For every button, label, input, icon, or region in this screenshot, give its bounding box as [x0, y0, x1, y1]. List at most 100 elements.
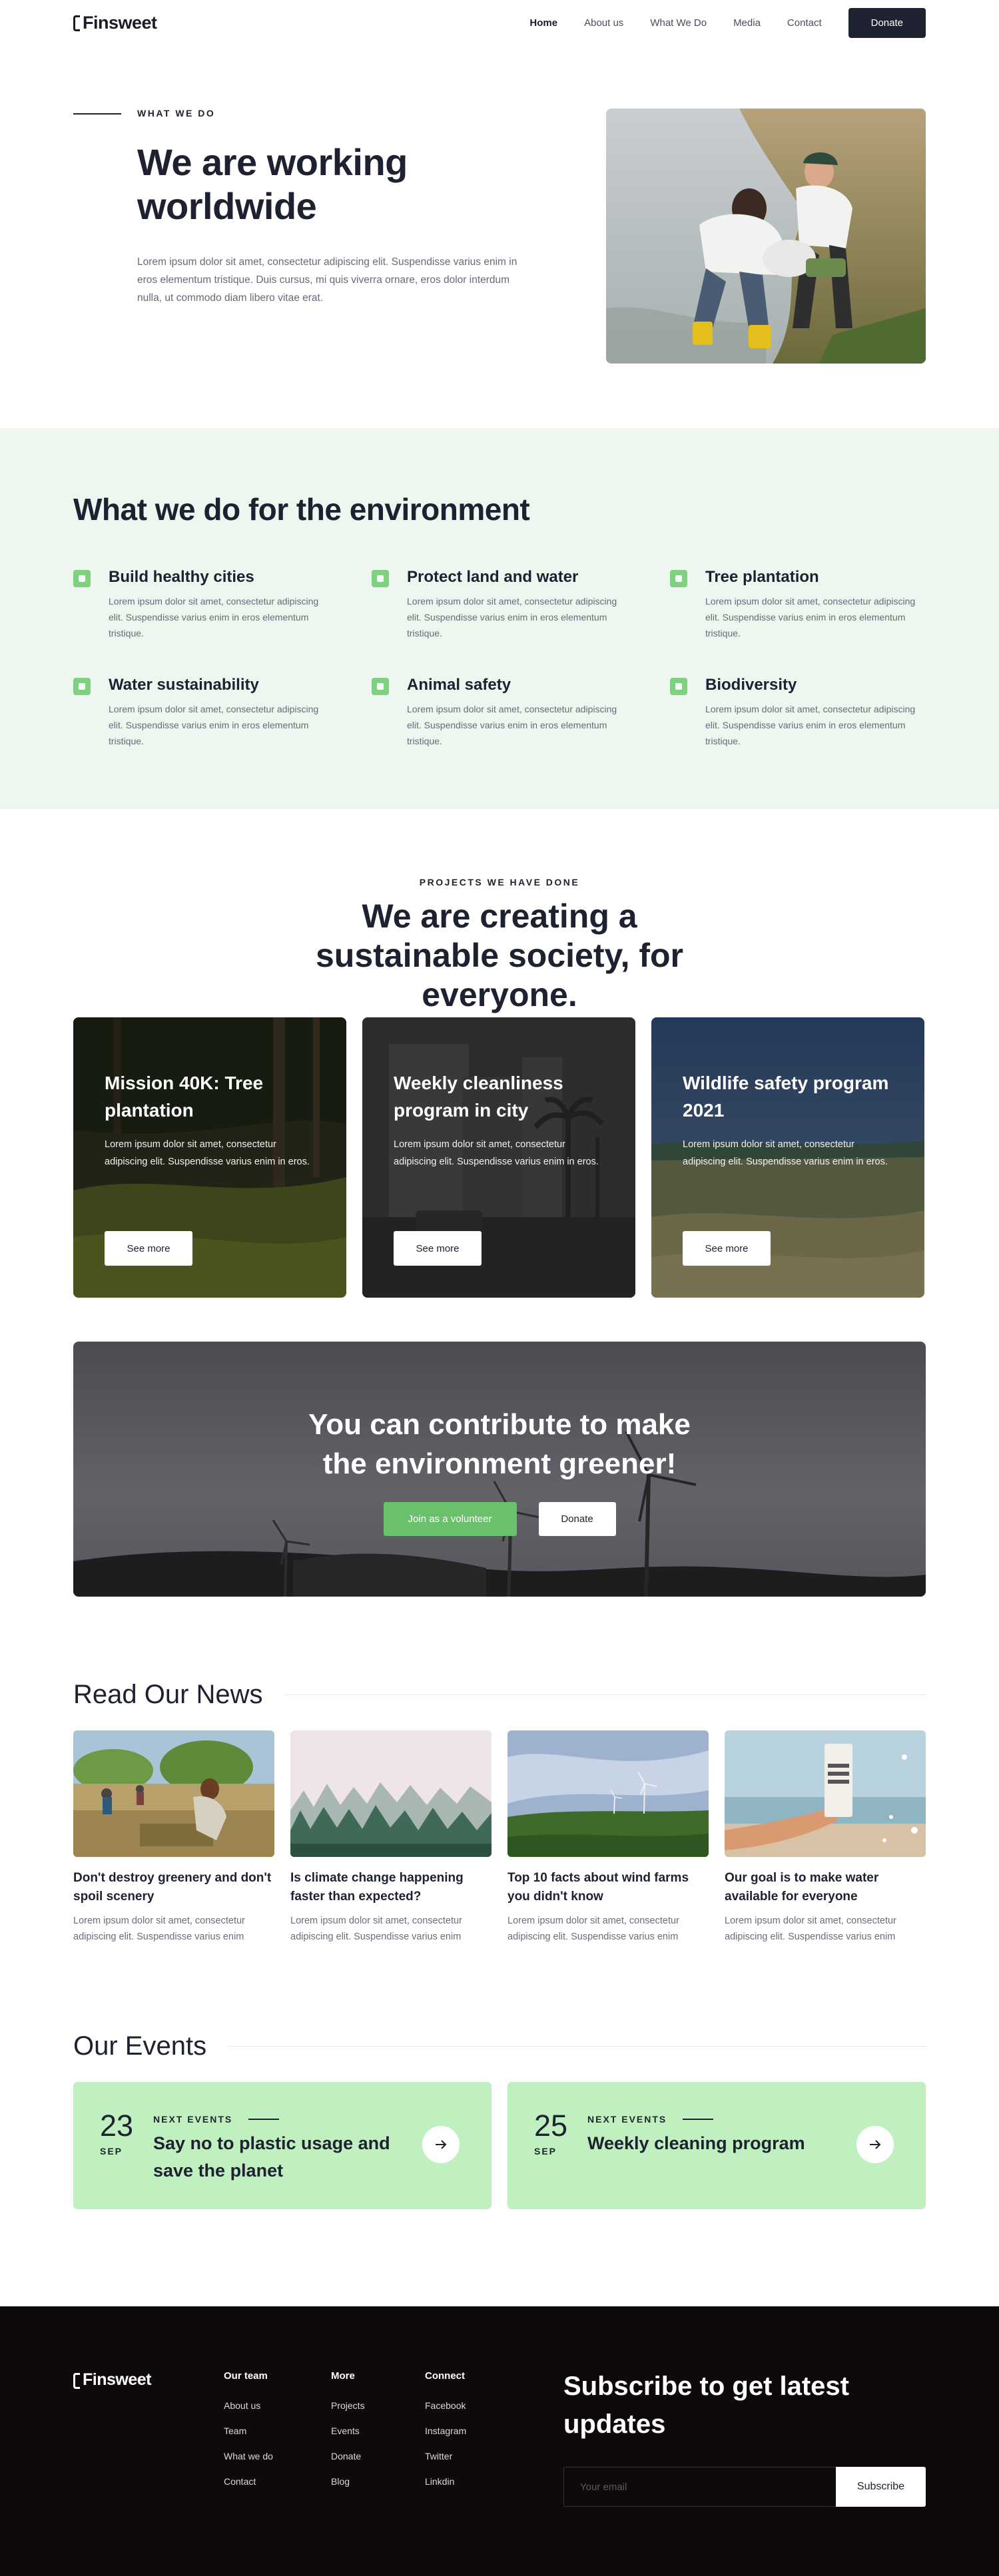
news-card[interactable]: Top 10 facts about wind farms you didn't… [507, 1730, 709, 1945]
nav-link-home[interactable]: Home [529, 17, 557, 29]
see-more-button[interactable]: See more [683, 1231, 771, 1266]
news-header: Read Our News [73, 1680, 926, 1710]
event-open-button[interactable] [856, 2126, 894, 2163]
news-title: Read Our News [73, 1680, 263, 1709]
top-nav: Finsweet Home About us What We Do Media … [73, 0, 926, 45]
env-item-text: Lorem ipsum dolor sit amet, consectetur … [407, 704, 617, 746]
join-volunteer-button[interactable]: Join as a volunteer [383, 1502, 517, 1536]
project-card-title: Mission 40K: Tree plantation [105, 1073, 264, 1121]
contribute-section: You can contribute to make the environme… [73, 1342, 926, 1680]
footer-logo-text: Finsweet [83, 2370, 151, 2389]
event-card[interactable]: 23 SEP NEXT EVENTS Say no to plastic usa… [73, 2082, 492, 2209]
event-month: SEP [534, 2146, 557, 2157]
project-card-text: Lorem ipsum dolor sit amet, consectetur … [105, 1139, 310, 1167]
footer-link-what-we-do[interactable]: What we do [224, 2451, 273, 2461]
plant-icon [670, 570, 687, 587]
event-grid: 23 SEP NEXT EVENTS Say no to plastic usa… [73, 2082, 926, 2209]
news-card-text: Lorem ipsum dolor sit amet, consectetur … [507, 1916, 679, 1942]
footer-link-about[interactable]: About us [224, 2400, 273, 2411]
news-divider [284, 1694, 926, 1695]
nav-link-what-we-do[interactable]: What We Do [650, 17, 707, 29]
footer: Finsweet Our team About us Team What we … [0, 2306, 999, 2576]
news-water-carton-photo [725, 1730, 926, 1857]
logo-bracket-icon [73, 2372, 80, 2389]
env-item-healthy-cities: Build healthy cities Lorem ipsum dolor s… [73, 568, 372, 641]
hero-eyebrow-line [73, 113, 121, 115]
contribute-banner: You can contribute to make the environme… [73, 1342, 926, 1597]
event-card[interactable]: 25 SEP NEXT EVENTS Weekly cleaning progr… [507, 2082, 926, 2209]
env-item-biodiversity: Biodiversity Lorem ipsum dolor sit amet,… [670, 676, 926, 749]
arrow-right-icon [870, 2140, 881, 2149]
nav-link-contact[interactable]: Contact [787, 17, 822, 29]
footer-col-our-team: Our team About us Team What we do Contac… [224, 2370, 273, 2501]
env-item-title: Protect land and water [407, 568, 579, 586]
footer-link-facebook[interactable]: Facebook [425, 2400, 466, 2411]
nav-link-about[interactable]: About us [584, 17, 623, 29]
footer-link-contact[interactable]: Contact [224, 2476, 273, 2487]
footer-link-twitter[interactable]: Twitter [425, 2451, 466, 2461]
subscribe-form: Subscribe [563, 2467, 926, 2507]
events-section: Our Events 23 SEP NEXT EVENTS Say no to … [73, 2031, 926, 2306]
env-item-text: Lorem ipsum dolor sit amet, consectetur … [705, 704, 916, 746]
see-more-button[interactable]: See more [105, 1231, 192, 1266]
footer-col-more: More Projects Events Donate Blog [331, 2370, 365, 2501]
footer-link-instagram[interactable]: Instagram [425, 2426, 466, 2436]
contribute-title-text: You can contribute to make the environme… [308, 1408, 691, 1480]
nav-donate-button[interactable]: Donate [848, 7, 926, 38]
news-card-text: Lorem ipsum dolor sit amet, consectetur … [725, 1916, 896, 1942]
footer-link-donate[interactable]: Donate [331, 2451, 365, 2461]
event-day: 25 [534, 2109, 568, 2143]
hero-title: We are working worldwide [137, 141, 408, 227]
news-card-title: Don't destroy greenery and don't spoil s… [73, 1871, 272, 1904]
news-card[interactable]: Don't destroy greenery and don't spoil s… [73, 1730, 274, 1945]
news-card[interactable]: Our goal is to make water available for … [725, 1730, 926, 1945]
projects-title-text: We are creating a sustainable society, f… [315, 898, 684, 1013]
env-item-text: Lorem ipsum dolor sit amet, consectetur … [109, 704, 319, 746]
paw-icon [372, 678, 389, 695]
subscribe-title: Subscribe to get latest updates [563, 2372, 849, 2439]
logo[interactable]: Finsweet [73, 13, 157, 33]
footer-logo[interactable]: Finsweet [73, 2370, 151, 2390]
email-input[interactable] [563, 2467, 836, 2507]
projects-title: We are creating a sustainable society, f… [73, 897, 926, 1015]
project-cards: Mission 40K: Tree plantation Lorem ipsum… [73, 1017, 924, 1298]
footer-link-blog[interactable]: Blog [331, 2476, 365, 2487]
news-misty-forest-photo [290, 1730, 492, 1857]
env-item-protect-land: Protect land and water Lorem ipsum dolor… [372, 568, 670, 641]
nav-links: Home About us What We Do Media Contact D… [529, 7, 926, 38]
env-item-title: Tree plantation [705, 568, 819, 586]
env-item-tree-plantation: Tree plantation Lorem ipsum dolor sit am… [670, 568, 926, 641]
leaf-icon [670, 678, 687, 695]
env-item-animal-safety: Animal safety Lorem ipsum dolor sit amet… [372, 676, 670, 749]
land-water-icon [372, 570, 389, 587]
event-day: 23 [100, 2109, 134, 2143]
footer-link-events[interactable]: Events [331, 2426, 365, 2436]
environment-grid: Build healthy cities Lorem ipsum dolor s… [73, 568, 926, 749]
water-drop-icon [73, 678, 91, 695]
see-more-button[interactable]: See more [394, 1231, 482, 1266]
hero-section: WHAT WE DO We are working worldwide Lore… [73, 45, 926, 428]
news-planting-photo [73, 1730, 274, 1857]
subscribe-button[interactable]: Subscribe [836, 2467, 926, 2507]
env-item-title: Biodiversity [705, 676, 797, 694]
footer-link-projects[interactable]: Projects [331, 2400, 365, 2411]
footer-link-linkedin[interactable]: Linkdin [425, 2476, 466, 2487]
news-section: Read Our News Don't destroy greenery and… [73, 1680, 926, 2031]
news-wind-farm-photo [507, 1730, 709, 1857]
environment-title: What we do for the environment [73, 492, 530, 527]
env-item-water-sustainability: Water sustainability Lorem ipsum dolor s… [73, 676, 372, 749]
footer-link-team[interactable]: Team [224, 2426, 273, 2436]
cta-donate-button[interactable]: Donate [538, 1502, 616, 1536]
env-item-text: Lorem ipsum dolor sit amet, consectetur … [109, 596, 319, 639]
event-label: NEXT EVENTS [587, 2114, 667, 2125]
news-card-text: Lorem ipsum dolor sit amet, consectetur … [290, 1916, 462, 1942]
news-card[interactable]: Is climate change happening faster than … [290, 1730, 492, 1945]
event-label-line [248, 2119, 279, 2120]
env-item-title: Water sustainability [109, 676, 259, 694]
hero-eyebrow: WHAT WE DO [137, 108, 216, 119]
nav-link-media[interactable]: Media [733, 17, 761, 29]
contribute-buttons: Join as a volunteer Donate [73, 1502, 926, 1536]
env-item-text: Lorem ipsum dolor sit amet, consectetur … [407, 596, 617, 639]
event-open-button[interactable] [422, 2126, 460, 2163]
env-item-title: Build healthy cities [109, 568, 254, 586]
